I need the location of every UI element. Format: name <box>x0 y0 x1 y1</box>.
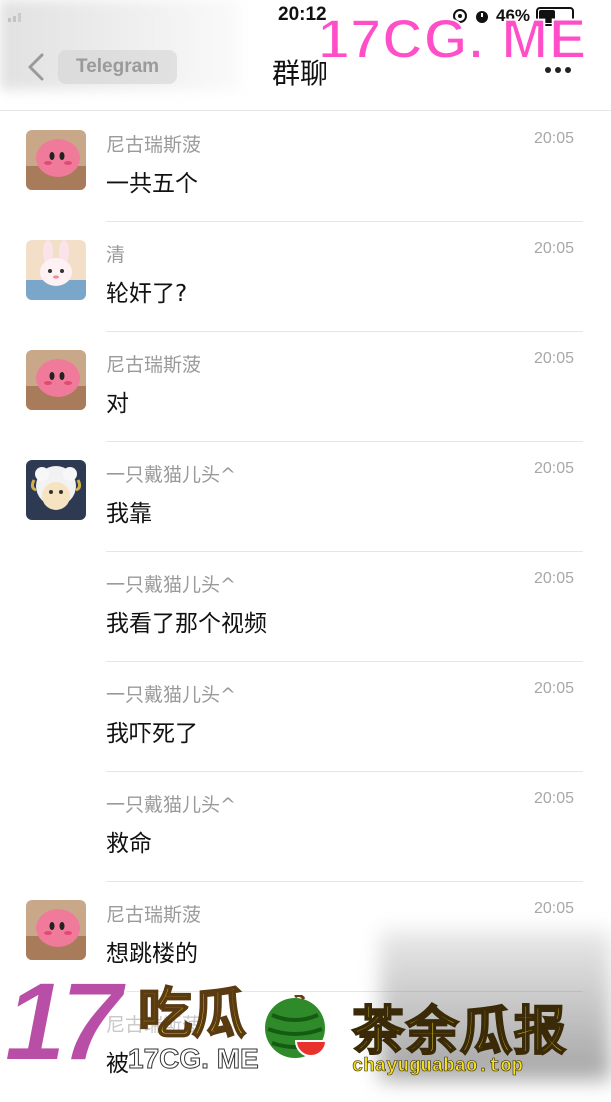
message-text: 对 <box>106 391 129 417</box>
message-time: 20:05 <box>534 790 575 807</box>
back-label: Telegram <box>58 50 178 84</box>
bunny-avatar[interactable] <box>26 240 86 300</box>
sender-name: 尼古瑞斯菠 <box>106 904 202 926</box>
message-text: 想跳楼的 <box>106 941 198 967</box>
message-text: 我靠 <box>106 501 152 527</box>
message-row[interactable]: 清 20:05 轮奸了? <box>0 222 611 332</box>
message-time: 20:05 <box>534 900 575 917</box>
watermark-domain: 17CG. ME <box>128 1043 260 1075</box>
message-time: 20:05 <box>534 680 575 697</box>
chevron-left-icon <box>28 53 44 81</box>
message-row[interactable]: 一只戴猫儿头^ 20:05 我靠 <box>0 442 611 552</box>
message-text: 一共五个 <box>106 171 198 197</box>
message-row[interactable]: 尼古瑞斯菠 20:05 一共五个 <box>0 112 611 222</box>
watermark-chaye-url: chayuguabao.top <box>352 1055 524 1078</box>
sender-name: 一只戴猫儿头^ <box>106 464 236 486</box>
message-text: 我吓死了 <box>106 721 198 747</box>
message-row[interactable]: 尼古瑞斯菠 20:05 对 <box>0 332 611 442</box>
watermark-chaye-title: 茶余瓜报 <box>351 1001 569 1063</box>
message-time: 20:05 <box>534 240 575 257</box>
message-time: 20:05 <box>534 460 575 477</box>
watermark-top: 17CG. ME <box>317 6 588 71</box>
sheep-avatar[interactable] <box>26 460 86 520</box>
pink-kirby-avatar[interactable] <box>26 350 86 410</box>
watermelon-icon <box>265 995 328 1058</box>
watermark-bottom: 17 吃瓜 17CG. ME 茶余瓜报 chayuguabao.top <box>0 958 611 1085</box>
message-row[interactable]: 一只戴猫儿头^ 20:05 我吓死了 <box>0 662 611 772</box>
sender-name: 一只戴猫儿头^ <box>106 794 236 816</box>
message-text: 轮奸了? <box>106 281 188 307</box>
message-time: 20:05 <box>534 570 575 587</box>
back-button[interactable]: Telegram <box>24 50 178 84</box>
message-time: 20:05 <box>534 130 575 147</box>
watermark-17: 17 <box>3 958 124 1085</box>
sender-name: 尼古瑞斯菠 <box>106 354 202 376</box>
message-time: 20:05 <box>534 350 575 367</box>
pink-kirby-avatar[interactable] <box>26 900 86 960</box>
sender-name: 尼古瑞斯菠 <box>106 134 202 156</box>
sender-name: 一只戴猫儿头^ <box>106 574 236 596</box>
sender-name: 一只戴猫儿头^ <box>106 684 236 706</box>
sender-name: 清 <box>106 244 126 266</box>
pink-kirby-avatar[interactable] <box>26 130 86 190</box>
watermark-chigua: 吃瓜 <box>137 981 247 1046</box>
message-text: 救命 <box>106 831 152 857</box>
message-text: 我看了那个视频 <box>106 611 267 637</box>
message-row[interactable]: 一只戴猫儿头^ 20:05 我看了那个视频 <box>0 552 611 662</box>
message-row[interactable]: 一只戴猫儿头^ 20:05 救命 <box>0 772 611 882</box>
